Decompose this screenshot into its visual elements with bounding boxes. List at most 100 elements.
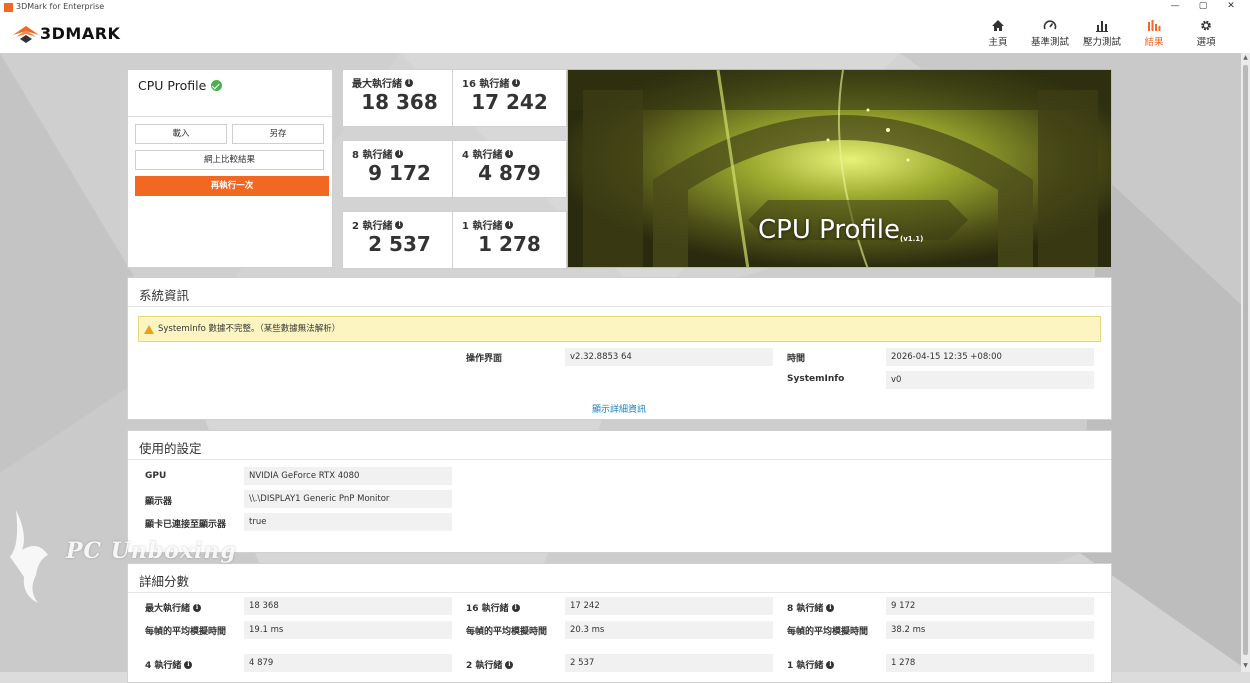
compare-online-button[interactable]: 網上比較結果 [135,150,324,170]
score-card-max-threads: 最大執行緒 i 18 368 [342,69,457,127]
detail-label-max-threads: 最大執行緒 i [145,601,202,614]
nav-options[interactable]: 選項 [1180,15,1232,53]
main-nav: 主頁 基準測試 壓力測試 結果 選項 [972,15,1232,53]
score-card-16-threads: 16 執行緒 i 17 242 [452,69,567,127]
logo-mark-icon [13,26,39,43]
score-card-2-threads: 2 執行緒 i 2 537 [342,211,457,269]
score-label: 1 執行緒 i [462,217,514,232]
score-card-1-thread: 1 執行緒 i 1 278 [452,211,567,269]
nav-stress-tests[interactable]: 壓力測試 [1076,15,1128,53]
divider [128,592,1111,593]
detail-label-8-threads: 8 執行緒 i [787,601,835,614]
detail-score-8-threads: 9 172 [886,597,1094,615]
scroll-up-icon[interactable]: ▲ [1241,54,1250,61]
detail-avg-8-threads: 38.2 ms [886,621,1094,639]
nav-options-label: 選項 [1196,37,1216,48]
time-label: 時間 [787,354,806,364]
score-card-8-threads: 8 執行緒 i 9 172 [342,140,457,198]
info-icon[interactable]: i [826,603,835,612]
profile-title-text: CPU Profile [138,78,207,93]
divider [128,459,1111,460]
section-title: 詳細分數 [139,574,190,589]
detail-avg-max-threads: 19.1 ms [244,621,452,639]
info-icon[interactable]: i [505,660,514,669]
score-label: 8 執行緒 i [352,146,404,161]
save-as-button[interactable]: 另存 [232,124,324,144]
nav-home-label: 主頁 [988,37,1008,48]
nav-benchmarks-label: 基準測試 [1030,37,1069,48]
minimize-button[interactable]: — [1165,1,1185,11]
score-value: 2 537 [368,232,431,256]
window-title: 3DMark for Enterprise [16,2,105,11]
info-icon[interactable]: i [505,220,514,229]
score-value: 18 368 [361,90,438,114]
info-icon[interactable]: i [826,660,835,669]
close-button[interactable]: ✕ [1221,1,1241,11]
info-icon[interactable]: i [512,78,521,87]
score-label: 最大執行緒 i [352,75,413,90]
time-value: 2026-04-15 12:35 +08:00 [886,348,1094,366]
detailed-scores-section: 詳細分數 最大執行緒 i 18 368 每幀的平均模擬時間 19.1 ms 16 … [127,563,1112,683]
scrollbar-thumb[interactable] [1243,65,1248,655]
detail-avg-16-threads: 20.3 ms [565,621,773,639]
info-icon[interactable]: i [184,660,193,669]
nav-results[interactable]: 結果 [1128,15,1180,53]
nav-benchmarks[interactable]: 基準測試 [1024,15,1076,53]
detail-score-1-thread: 1 278 [886,654,1094,672]
show-details-link[interactable]: 顯示詳細資訊 [592,402,646,415]
systeminfo-value: v0 [886,371,1094,389]
warning-text: SystemInfo 數據不完整。（某些數據無法解析） [158,324,341,334]
score-value: 1 278 [478,232,541,256]
profile-card: CPU Profile 載入 另存 網上比較結果 再執行一次 [127,69,333,268]
run-again-button[interactable]: 再執行一次 [135,176,329,196]
profile-title: CPU Profile [138,78,223,93]
detail-label-16-threads: 16 執行緒 i [466,601,520,614]
window-titlebar: 3DMark for Enterprise — ▢ ✕ [0,0,1250,15]
score-card-4-threads: 4 執行緒 i 4 879 [452,140,567,198]
info-icon[interactable]: i [511,603,520,612]
score-label: 4 執行緒 i [462,146,514,161]
results-chart-icon [1148,20,1161,31]
score-value: 17 242 [471,90,548,114]
detail-score-4-threads: 4 879 [244,654,452,672]
maximize-button[interactable]: ▢ [1193,1,1213,11]
gpu-connected-label: 顯卡已連接至顯示器 [145,520,227,530]
nav-stress-tests-label: 壓力測試 [1082,37,1121,48]
info-icon[interactable]: i [505,149,514,158]
warning-icon [144,324,154,334]
hero-title: CPU Profile [758,215,900,245]
stress-chart-icon [1096,21,1108,32]
info-icon[interactable]: i [405,78,413,87]
detail-score-max-threads: 18 368 [244,597,452,615]
load-button[interactable]: 載入 [135,124,227,144]
hero-version: (v1.1) [900,235,924,243]
gpu-connected-value: true [244,513,452,531]
app-icon [4,3,13,12]
display-label: 顯示器 [145,497,173,507]
detail-score-2-threads: 2 537 [565,654,773,672]
detail-avg-label: 每幀的平均模擬時間 [145,627,227,637]
score-label: 16 執行緒 i [462,75,521,90]
page-scrollbar[interactable]: ▲ ▼ [1241,53,1250,672]
info-icon[interactable]: i [395,220,404,229]
info-icon[interactable]: i [193,603,202,612]
detail-label-2-threads: 2 執行緒 i [466,658,514,671]
os-label: 操作界面 [466,354,503,364]
benchmark-hero-image: CPU Profile (v1.1) [567,69,1112,268]
check-icon [211,80,223,91]
nav-home[interactable]: 主頁 [972,15,1024,53]
detail-avg-label: 每幀的平均模擬時間 [466,627,548,637]
system-info-section: 系統資訊 SystemInfo 數據不完整。（某些數據無法解析） 操作界面 v2… [127,277,1112,420]
os-value: v2.32.8853 64 [565,348,773,366]
divider [128,306,1111,307]
settings-section: 使用的設定 GPU NVIDIA GeForce RTX 4080 顯示器 \\… [127,430,1112,553]
divider [128,116,332,117]
systeminfo-label: SystemInfo [787,374,845,384]
gpu-value: NVIDIA GeForce RTX 4080 [244,467,452,485]
display-value: \\.\DISPLAY1 Generic PnP Monitor [244,490,452,508]
nav-results-label: 結果 [1144,37,1164,48]
scroll-down-icon[interactable]: ▼ [1241,662,1250,669]
app-header: 3DMARK 主頁 基準測試 壓力測試 結果 選項 [0,15,1250,53]
gpu-label: GPU [145,471,167,481]
info-icon[interactable]: i [395,149,404,158]
